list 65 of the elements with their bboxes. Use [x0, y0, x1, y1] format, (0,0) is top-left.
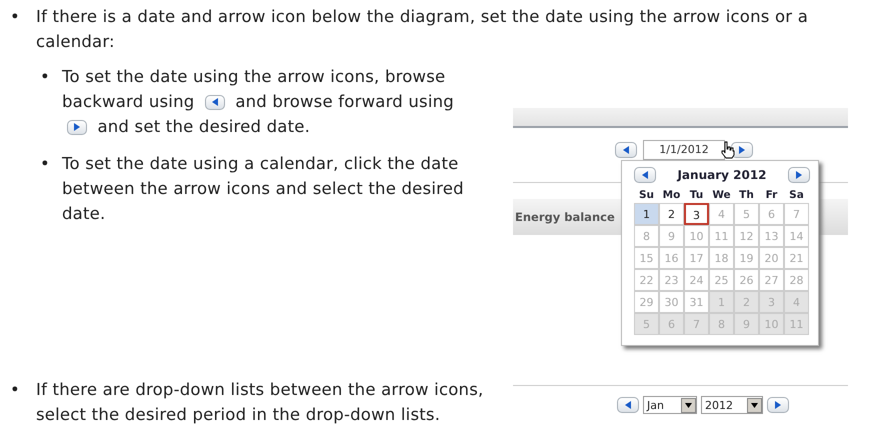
- weekday-label: Th: [738, 188, 755, 203]
- day-cell[interactable]: 13: [759, 225, 784, 247]
- day-cell[interactable]: 18: [709, 247, 734, 269]
- day-cell[interactable]: 23: [659, 269, 684, 291]
- day-cell[interactable]: 3: [759, 291, 784, 313]
- bullet: •: [10, 379, 21, 401]
- day-cell[interactable]: 22: [634, 269, 659, 291]
- weekday-label: Fr: [764, 188, 778, 203]
- month-title: January 2012: [677, 168, 767, 182]
- instruction-text: If there are drop-down lists between the arrow icons, select the desired period in the drop-down lists.: [36, 379, 484, 426]
- day-cell[interactable]: 9: [659, 225, 684, 247]
- day-cell[interactable]: 14: [784, 225, 809, 247]
- day-cell[interactable]: 17: [684, 247, 709, 269]
- date-field[interactable]: 1/1/2012: [643, 140, 725, 160]
- day-cell[interactable]: 15: [634, 247, 659, 269]
- day-cell[interactable]: 4: [784, 291, 809, 313]
- day-cell[interactable]: 24: [684, 269, 709, 291]
- month-dropdown[interactable]: Jan: [643, 396, 697, 414]
- day-cell[interactable]: 6: [759, 203, 784, 225]
- day-cell[interactable]: 1: [709, 291, 734, 313]
- day-cell[interactable]: 20: [759, 247, 784, 269]
- day-cell[interactable]: 31: [684, 291, 709, 313]
- day-cell[interactable]: 21: [784, 247, 809, 269]
- bullet: •: [40, 153, 51, 175]
- day-cell[interactable]: 2: [734, 291, 759, 313]
- day-cell[interactable]: 6: [659, 313, 684, 335]
- weekday-label: Mo: [662, 188, 682, 203]
- day-cell[interactable]: 28: [784, 269, 809, 291]
- day-cell[interactable]: 26: [734, 269, 759, 291]
- day-cell[interactable]: 3: [684, 203, 709, 225]
- day-cell[interactable]: 4: [709, 203, 734, 225]
- tab-label[interactable]: Energy balance: [515, 210, 615, 224]
- instruction-text: and set the desired date.: [97, 117, 310, 136]
- instruction-text: To set the date using a calendar, click the date between the arrow icons and select the desired date.: [62, 154, 464, 223]
- day-cell[interactable]: 2: [659, 203, 684, 225]
- day-cell[interactable]: 25: [709, 269, 734, 291]
- day-cell[interactable]: 11: [784, 313, 809, 335]
- day-cell[interactable]: 5: [734, 203, 759, 225]
- day-cell[interactable]: 10: [684, 225, 709, 247]
- day-cell[interactable]: 7: [784, 203, 809, 225]
- day-cell[interactable]: 8: [709, 313, 734, 335]
- weekday-label: Tu: [688, 188, 704, 203]
- bullet: •: [10, 6, 21, 28]
- day-cell[interactable]: 10: [759, 313, 784, 335]
- day-cell[interactable]: 7: [684, 313, 709, 335]
- year-dropdown[interactable]: 2012: [701, 396, 763, 414]
- weekday-label: Su: [638, 188, 656, 203]
- instruction-text: If there is a date and arrow icon below the diagram, set the date using the arrow icons or a calendar:: [36, 6, 810, 53]
- weekday-label: We: [711, 188, 732, 203]
- day-cell[interactable]: 8: [634, 225, 659, 247]
- bullet: •: [40, 66, 51, 88]
- day-cell[interactable]: 27: [759, 269, 784, 291]
- instruction-text: To set the date using the arrow icons, browse: [62, 67, 446, 86]
- instruction-text: and browse forward using: [235, 92, 454, 111]
- weekday-label: Sa: [788, 188, 805, 203]
- day-cell[interactable]: 5: [634, 313, 659, 335]
- day-cell[interactable]: 11: [709, 225, 734, 247]
- instruction-text: backward using: [62, 92, 194, 111]
- day-cell[interactable]: 19: [734, 247, 759, 269]
- day-cell[interactable]: 12: [734, 225, 759, 247]
- day-cell[interactable]: 30: [659, 291, 684, 313]
- day-cell[interactable]: 29: [634, 291, 659, 313]
- day-cell[interactable]: 16: [659, 247, 684, 269]
- day-cell[interactable]: 9: [734, 313, 759, 335]
- day-cell[interactable]: 1: [634, 203, 659, 225]
